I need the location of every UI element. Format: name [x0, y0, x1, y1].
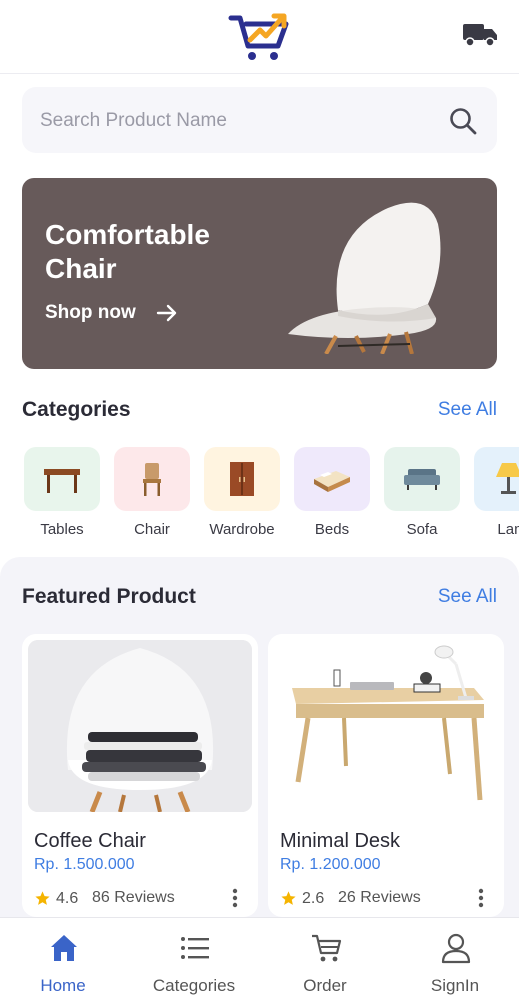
category-sofa[interactable]: Sofa — [384, 447, 462, 538]
sofa-icon — [404, 469, 440, 490]
category-tile[interactable] — [294, 447, 370, 511]
category-lamp[interactable]: Lam — [474, 447, 519, 538]
category-label: Wardrobe — [209, 521, 275, 538]
search-input[interactable]: Search Product Name — [40, 110, 227, 132]
more-options-icon[interactable] — [478, 888, 484, 908]
nav-label: Home — [40, 976, 86, 995]
featured-see-all-link[interactable]: See All — [438, 586, 497, 608]
product-card[interactable]: Coffee Chair Rp. 1.500.000 4.6 86 Review… — [22, 634, 258, 917]
cart-icon — [312, 934, 342, 962]
chair-with-clothes-image — [28, 640, 252, 812]
category-wardrobe[interactable]: Wardrobe — [204, 447, 282, 538]
more-options-icon[interactable] — [232, 888, 238, 908]
search-icon[interactable] — [448, 106, 478, 136]
category-tile[interactable] — [204, 447, 280, 511]
list-icon — [181, 937, 209, 959]
star-icon — [281, 891, 296, 905]
category-label: Lam — [497, 521, 519, 538]
table-icon — [44, 469, 80, 493]
category-tile[interactable] — [384, 447, 460, 511]
category-tile[interactable] — [474, 447, 519, 511]
product-reviews: 86 Reviews — [92, 889, 175, 906]
category-label: Sofa — [406, 521, 438, 538]
category-chair[interactable]: Chair — [114, 447, 192, 538]
banner-title: Comfortable Chair — [45, 219, 210, 284]
bottom-navigation: Home Categories Order SignIn — [0, 917, 519, 1000]
featured-title: Featured Product — [22, 585, 196, 608]
product-reviews: 26 Reviews — [338, 889, 421, 906]
top-bar — [0, 0, 519, 74]
lamp-icon — [496, 463, 519, 494]
product-name: Coffee Chair — [34, 830, 146, 852]
nav-home[interactable]: Home — [8, 918, 118, 1000]
product-image[interactable] — [28, 640, 252, 812]
desk-image — [274, 640, 498, 812]
category-label: Tables — [40, 521, 84, 538]
nav-categories[interactable]: Categories — [139, 918, 249, 1000]
home-icon — [51, 935, 77, 961]
category-tile[interactable] — [114, 447, 190, 511]
category-tile[interactable] — [24, 447, 100, 511]
category-tables[interactable]: Tables — [24, 447, 102, 538]
featured-section: Featured Product See All Coffee Chair Rp… — [0, 557, 519, 917]
product-price: Rp. 1.500.000 — [34, 856, 135, 873]
product-rating: 2.6 — [302, 890, 325, 907]
category-label: Chair — [134, 521, 170, 538]
nav-signin[interactable]: SignIn — [400, 918, 510, 1000]
search-bar[interactable]: Search Product Name — [22, 87, 497, 153]
nav-label: Order — [303, 976, 347, 995]
nav-order[interactable]: Order — [270, 918, 380, 1000]
product-name: Minimal Desk — [280, 830, 401, 852]
product-card[interactable]: Minimal Desk Rp. 1.200.000 2.6 26 Review… — [268, 634, 504, 917]
categories-title: Categories — [22, 398, 131, 421]
chair-image — [288, 202, 441, 354]
product-image[interactable] — [274, 640, 498, 812]
bed-icon — [314, 471, 350, 492]
star-icon — [35, 891, 50, 905]
wardrobe-icon — [230, 462, 254, 496]
shop-now-link[interactable]: Shop now — [45, 302, 136, 324]
categories-list: Tables Chair Wardrobe Beds Sofa La — [22, 447, 519, 547]
product-rating: 4.6 — [56, 890, 79, 907]
category-label: Beds — [314, 521, 350, 538]
chair-icon — [143, 463, 161, 496]
nav-label: SignIn — [430, 976, 480, 995]
categories-see-all-link[interactable]: See All — [438, 399, 497, 421]
product-price: Rp. 1.200.000 — [280, 856, 381, 873]
category-beds[interactable]: Beds — [294, 447, 372, 538]
arrow-right-icon[interactable] — [156, 302, 178, 324]
nav-label: Categories — [152, 976, 236, 995]
promo-banner[interactable]: Comfortable Chair Shop now — [22, 178, 497, 369]
truck-icon[interactable] — [462, 20, 498, 48]
user-icon — [441, 933, 471, 964]
cart-logo-icon[interactable] — [228, 12, 294, 62]
